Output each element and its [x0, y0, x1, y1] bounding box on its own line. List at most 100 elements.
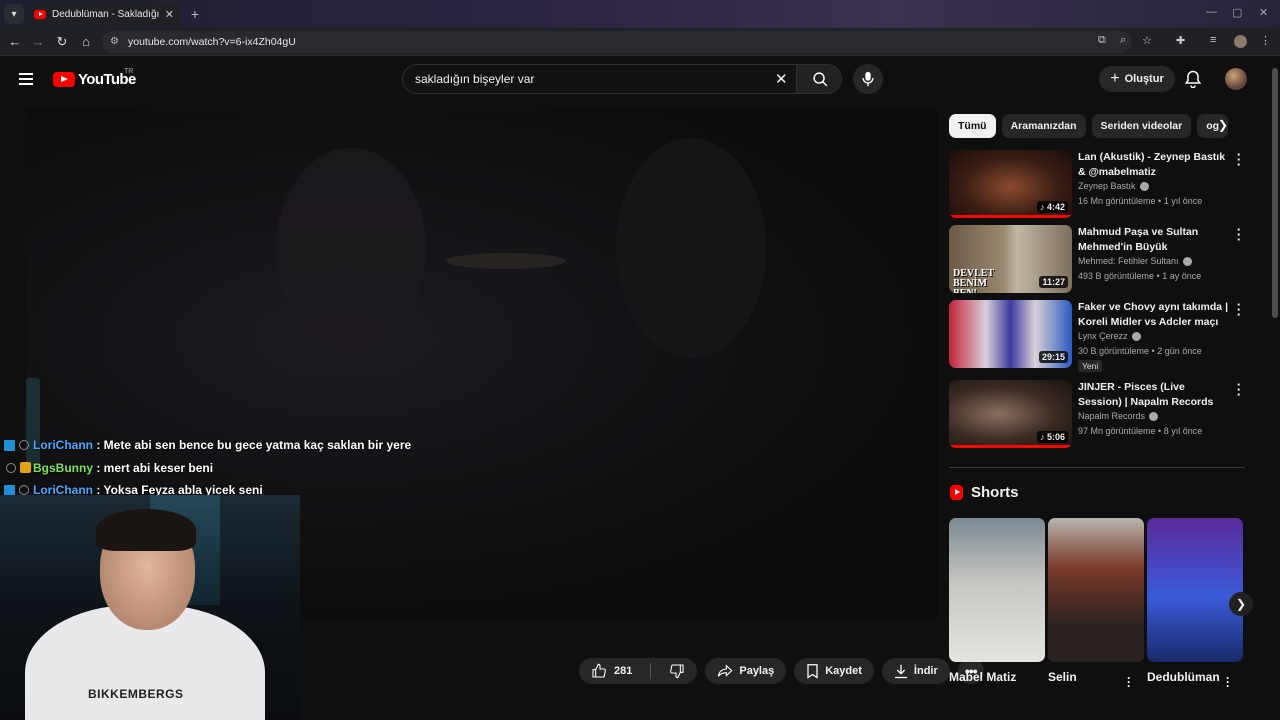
youtube-favicon-icon [34, 10, 46, 19]
home-icon[interactable]: ⌂ [78, 34, 94, 49]
account-avatar[interactable] [1225, 68, 1247, 90]
short-thumbnail[interactable] [949, 518, 1045, 662]
search-box: ✕ [402, 64, 842, 94]
browser-tabstrip: ▾ Dedublüman - Sakladığın B ✕ + — ▢ ✕ [0, 0, 1280, 28]
video-title[interactable]: Lan (Akustik) - Zeynep Bastık & @mabelma… [1078, 150, 1228, 180]
browser-toolbar: ← → ↻ ⌂ ⚙ youtube.com/watch?v=6-ix4Zh04g… [0, 28, 1280, 56]
extensions-icon[interactable]: ✚ [1176, 34, 1185, 47]
video-thumbnail[interactable]: ♪ 5:06 [949, 380, 1072, 448]
short-thumbnail[interactable] [1147, 518, 1243, 662]
download-icon [894, 664, 907, 678]
short-title[interactable]: Selin [1048, 670, 1077, 684]
channel-name[interactable]: Zeynep Bastık [1078, 181, 1149, 191]
video-title[interactable]: Mahmud Paşa ve Sultan Mehmed'in Büyük Re… [1078, 225, 1228, 255]
short-title[interactable]: Mabel Matiz [949, 670, 1016, 684]
site-info-icon[interactable]: ⚙ [110, 36, 119, 47]
page-scrollbar[interactable] [1270, 56, 1280, 720]
video-title[interactable]: Faker ve Chovy aynı takımda | Koreli Mid… [1078, 300, 1228, 330]
back-icon[interactable]: ← [7, 34, 23, 49]
channel-name[interactable]: Napalm Records [1078, 411, 1159, 421]
verified-icon [1139, 181, 1149, 191]
sub-badge-icon [6, 462, 16, 473]
new-tab-icon[interactable]: + [186, 5, 204, 23]
chip-all[interactable]: Tümü [949, 114, 996, 138]
voice-search-button[interactable] [853, 64, 883, 94]
url-text: youtube.com/watch?v=6-ix4Zh04gU [128, 36, 296, 48]
tab-search-menu-icon[interactable]: ▾ [4, 4, 24, 24]
duration-badge: 11:27 [1039, 276, 1068, 288]
chevron-right-icon: ❯ [1235, 597, 1247, 611]
more-options-icon[interactable]: · · · [1233, 223, 1245, 246]
short-more-icon[interactable]: · · · [1127, 672, 1131, 692]
video-title[interactable]: JINJER - Pisces (Live Session) | Napalm … [1078, 380, 1228, 410]
like-button[interactable]: 281 [579, 658, 644, 684]
chat-username: LoriChann [33, 438, 93, 453]
chat-username: BgsBunny [33, 460, 93, 475]
more-options-icon[interactable]: · · · [1233, 378, 1245, 401]
guide-menu-icon[interactable] [19, 73, 33, 88]
video-meta: 493 B görüntüleme • 1 ay önce [1078, 271, 1202, 281]
recommended-video[interactable]: 29:15 Faker ve Chovy aynı takımda | Kore… [949, 298, 1249, 372]
filter-chips: Tümü Aramanızdan Seriden videolar og [949, 114, 1239, 138]
scrollbar-thumb[interactable] [1272, 68, 1278, 318]
recommended-video[interactable]: ♪ 4:42 Lan (Akustik) - Zeynep Bastık & @… [949, 148, 1249, 218]
shorts-heading: Shorts [950, 484, 1019, 501]
chip-from-search[interactable]: Aramanızdan [1001, 114, 1086, 138]
clear-search-icon[interactable]: ✕ [775, 70, 788, 88]
browser-tab[interactable]: Dedublüman - Sakladığın B ✕ [28, 3, 180, 26]
minimize-icon[interactable]: — [1206, 6, 1217, 18]
watch-progress-bar [949, 215, 1072, 218]
share-label: Paylaş [739, 665, 775, 677]
verified-icon [1149, 411, 1159, 421]
video-meta: 30 B görüntüleme • 2 gün önce [1078, 346, 1202, 356]
share-icon [718, 664, 733, 677]
short-more-icon[interactable]: · · · [1226, 672, 1230, 692]
prime-badge-icon [4, 439, 15, 451]
install-app-icon[interactable]: ⧉ [1098, 34, 1106, 47]
channel-name[interactable]: Lynx Çerezz [1078, 331, 1141, 341]
video-actions: 281 Paylaş Kaydet İndir ••• [579, 658, 984, 686]
address-bar[interactable]: ⚙ youtube.com/watch?v=6-ix4Zh04gU [102, 31, 1132, 53]
window-close-icon[interactable]: ✕ [1259, 6, 1268, 19]
recommended-video[interactable]: DEVLET BENİM BEN! 11:27 Mahmud Paşa ve S… [949, 223, 1249, 293]
save-button[interactable]: Kaydet [794, 658, 874, 684]
search-input[interactable] [415, 65, 775, 93]
video-thumbnail[interactable]: DEVLET BENİM BEN! 11:27 [949, 225, 1072, 293]
dislike-button[interactable] [657, 658, 697, 684]
country-code: TR [124, 68, 134, 75]
new-badge: Yeni [1078, 360, 1103, 372]
zoom-icon[interactable]: ⌕ [1120, 34, 1126, 47]
reading-list-icon[interactable]: ≡ [1210, 34, 1216, 46]
video-meta: 97 Mn görüntüleme • 8 yıl önce [1078, 426, 1203, 436]
microphone-icon [862, 71, 874, 87]
performer-silhouette-2 [616, 138, 766, 358]
bookmark-star-icon[interactable]: ☆ [1142, 34, 1152, 47]
download-button[interactable]: İndir [881, 658, 950, 684]
maximize-icon[interactable]: ▢ [1232, 6, 1242, 19]
channel-name[interactable]: Mehmed: Fetihler Sultanı [1078, 256, 1192, 266]
video-thumbnail[interactable]: 29:15 [949, 300, 1072, 368]
video-thumbnail[interactable]: ♪ 4:42 [949, 150, 1072, 218]
search-button[interactable] [796, 65, 841, 93]
share-button[interactable]: Paylaş [705, 658, 787, 684]
browser-menu-icon[interactable]: ⋮ [1260, 34, 1271, 47]
create-button[interactable]: + Oluştur [1099, 66, 1175, 92]
more-options-icon[interactable]: · · · [1233, 148, 1245, 171]
verified-icon [1131, 331, 1141, 341]
forward-icon[interactable]: → [30, 34, 46, 49]
profile-icon[interactable] [1234, 35, 1247, 48]
chip-from-series[interactable]: Seriden videolar [1091, 114, 1192, 138]
shorts-next-button[interactable]: ❯ [1229, 592, 1253, 616]
video-meta: 16 Mn görüntüleme • 1 yıl önce [1078, 196, 1203, 206]
reload-icon[interactable]: ↻ [54, 34, 70, 50]
chat-message: LoriChann : Mete abi sen bence bu gece y… [4, 434, 411, 457]
short-title[interactable]: Dedublüman [1147, 670, 1220, 684]
youtube-header: YouTube TR ✕ + Oluştur [0, 56, 1270, 104]
chips-next-icon[interactable]: ❯ [1218, 118, 1228, 132]
tab-close-icon[interactable]: ✕ [165, 8, 174, 21]
search-icon [812, 71, 827, 86]
more-options-icon[interactable]: · · · [1233, 298, 1245, 321]
recommended-video[interactable]: ♪ 5:06 JINJER - Pisces (Live Session) | … [949, 378, 1249, 448]
notifications-button[interactable] [1184, 70, 1202, 93]
short-thumbnail[interactable] [1048, 518, 1144, 662]
